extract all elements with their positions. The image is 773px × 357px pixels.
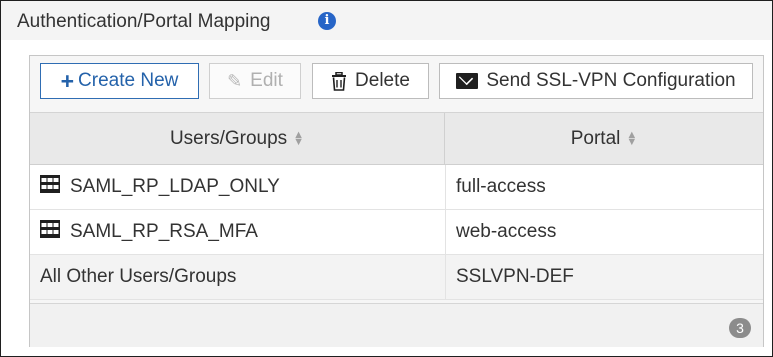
plus-icon: + <box>60 67 75 94</box>
user-group-icon <box>40 175 60 199</box>
column-label: Users/Groups <box>169 127 288 149</box>
user-group-cell: All Other Users/Groups <box>40 255 444 299</box>
column-header-portal[interactable]: Portal ▲ ▼ <box>445 113 763 164</box>
mapping-panel: + Create New ✎ Edit Delete Send SSL-VPN … <box>29 55 764 347</box>
edit-button[interactable]: ✎ Edit <box>209 63 301 99</box>
toolbar: + Create New ✎ Edit Delete Send SSL-VPN … <box>30 56 763 112</box>
portal-cell: web-access <box>445 210 764 254</box>
table-row[interactable]: All Other Users/Groups SSLVPN-DEF <box>30 255 763 300</box>
trash-icon <box>331 71 347 91</box>
mapping-table: Users/Groups ▲ ▼ Portal ▲ ▼ SAML_RP_LDAP… <box>30 112 763 300</box>
column-header-users-groups[interactable]: Users/Groups ▲ ▼ <box>30 113 445 164</box>
column-label: Portal <box>570 127 621 149</box>
portal-name: web-access <box>456 221 557 242</box>
authentication-portal-mapping-section: Authentication/Portal Mapping i + Create… <box>0 0 773 357</box>
user-group-name: SAML_RP_LDAP_ONLY <box>70 176 280 197</box>
user-group-cell: SAML_RP_LDAP_ONLY <box>40 165 444 209</box>
portal-name: SSLVPN-DEF <box>456 266 574 287</box>
create-new-button[interactable]: + Create New <box>40 63 199 99</box>
sort-icon[interactable]: ▲ ▼ <box>626 129 637 147</box>
table-footer: 3 <box>30 303 763 347</box>
envelope-icon <box>456 73 479 89</box>
portal-name: full-access <box>456 176 546 197</box>
table-header: Users/Groups ▲ ▼ Portal ▲ ▼ <box>30 112 763 165</box>
table-row[interactable]: SAML_RP_RSA_MFA web-access <box>30 210 763 255</box>
portal-cell: SSLVPN-DEF <box>445 255 764 299</box>
send-ssl-vpn-configuration-button[interactable]: Send SSL-VPN Configuration <box>439 63 753 99</box>
user-group-icon <box>40 220 60 244</box>
section-header: Authentication/Portal Mapping i <box>1 1 772 40</box>
section-title: Authentication/Portal Mapping <box>17 11 271 32</box>
pencil-icon: ✎ <box>227 71 243 91</box>
portal-cell: full-access <box>445 165 764 209</box>
info-circle-icon[interactable]: i <box>318 12 336 30</box>
create-new-label: Create New <box>78 70 179 91</box>
table-row[interactable]: SAML_RP_LDAP_ONLY full-access <box>30 165 763 210</box>
user-group-name: All Other Users/Groups <box>40 266 237 287</box>
sort-icon[interactable]: ▲ ▼ <box>293 129 304 147</box>
delete-label: Delete <box>355 70 410 91</box>
send-label: Send SSL-VPN Configuration <box>486 70 736 91</box>
delete-button[interactable]: Delete <box>312 63 429 99</box>
row-count-badge: 3 <box>729 318 751 338</box>
user-group-cell: SAML_RP_RSA_MFA <box>40 210 444 254</box>
user-group-name: SAML_RP_RSA_MFA <box>70 221 258 242</box>
edit-label: Edit <box>250 70 283 91</box>
